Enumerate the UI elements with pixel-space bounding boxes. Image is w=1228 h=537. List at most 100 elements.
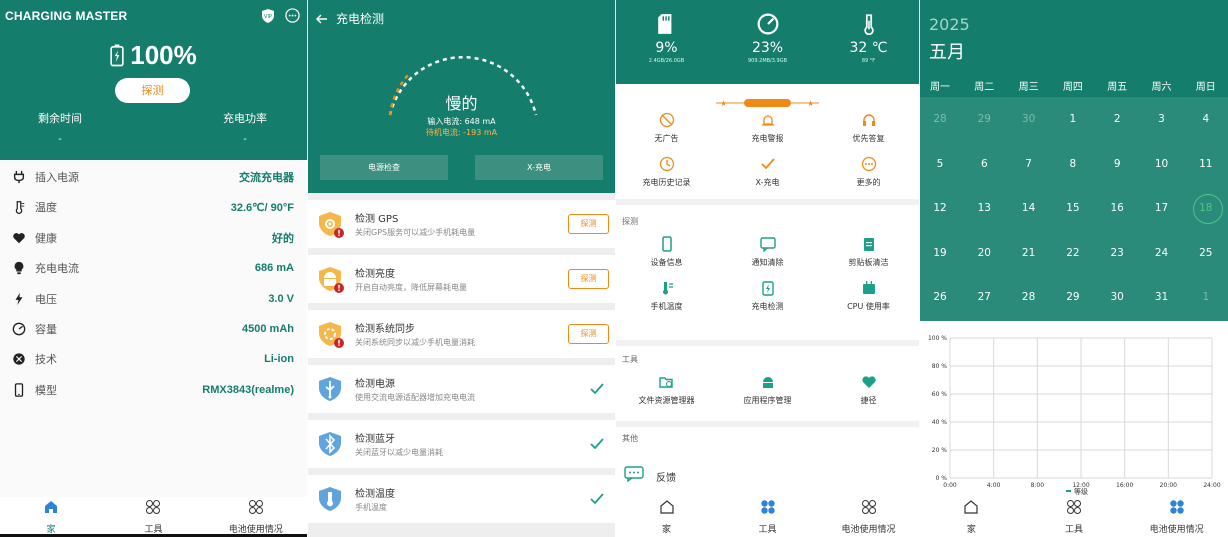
detect-scan-button[interactable]: 探测 (568, 324, 609, 344)
grid-item[interactable]: 充电警报 (717, 112, 818, 156)
nav-home[interactable]: 家 (926, 497, 1016, 535)
calendar-day[interactable]: 15 (1051, 202, 1095, 214)
more-icon (861, 156, 876, 172)
calendar-day[interactable]: 7 (1007, 158, 1051, 170)
tab-xcharge[interactable]: X-充电 (475, 155, 603, 180)
calendar-day[interactable]: 28 (920, 113, 962, 125)
usb-icon (316, 375, 344, 403)
grid-item[interactable]: 捷径 (818, 374, 919, 418)
tools-section: 工具 文件资源管理器 应用程序管理 捷径 (616, 346, 919, 421)
info-row: 技术 Li-ion (0, 344, 307, 374)
grid-item[interactable]: 充电检测 (717, 280, 818, 324)
calendar-day[interactable]: 18 (1184, 202, 1228, 214)
grid-item[interactable]: 通知清除 (717, 236, 818, 280)
calendar-day[interactable]: 24 (1140, 247, 1184, 259)
back-arrow-icon[interactable] (315, 11, 329, 25)
weekday-label: 周五 (1107, 82, 1128, 93)
gauge-icon (12, 322, 26, 336)
vip-shield-icon[interactable]: VIP (260, 8, 276, 24)
remaining-time-value: - (58, 134, 62, 145)
calendar-day[interactable]: 27 (962, 291, 1006, 303)
calendar-day[interactable]: 4 (1184, 113, 1228, 125)
calendar-day[interactable]: 21 (1007, 247, 1051, 259)
calendar-day[interactable]: 10 (1140, 158, 1184, 170)
feedback-link[interactable]: 反馈 (656, 469, 676, 484)
stat-value: 9% (655, 40, 678, 56)
calendar-day[interactable]: 30 (1095, 291, 1139, 303)
calendar-day[interactable]: 31 (1140, 291, 1184, 303)
detect-item-title: 检测系统同步 (355, 324, 415, 335)
scan-button[interactable]: 探测 (115, 78, 190, 103)
calendar-day[interactable]: 17 (1140, 202, 1184, 214)
calendar-day[interactable]: 20 (962, 247, 1006, 259)
remaining-time-label: 剩余时间 (38, 112, 82, 125)
calendar-day[interactable]: 3 (1140, 113, 1184, 125)
grid-item[interactable]: 优先答复 (818, 112, 919, 156)
home-icon (45, 501, 58, 513)
calendar-day[interactable]: 8 (1051, 158, 1095, 170)
calendar-day[interactable]: 22 (1051, 247, 1095, 259)
stat-block: 9% 2.4GB/26.0GB (616, 0, 717, 64)
calendar-day[interactable]: 16 (1095, 202, 1139, 214)
tab-power-check[interactable]: 电源检查 (320, 155, 448, 180)
calendar-day[interactable]: 12 (920, 202, 962, 214)
grid-item[interactable]: 设备信息 (616, 236, 717, 280)
info-row: 温度 32.6℃/ 90°F (0, 192, 307, 222)
info-row: 插入电源 交流充电器 (0, 162, 307, 192)
calendar-day[interactable]: 23 (1095, 247, 1139, 259)
nav-home[interactable]: 家 (622, 497, 712, 535)
calendar-day[interactable]: 2 (1095, 113, 1139, 125)
grid-icon (760, 500, 775, 514)
calendar-day[interactable]: 28 (1007, 291, 1051, 303)
detect-item: 检测温度 手机温度 (308, 475, 615, 523)
calendar-year[interactable]: 2025 (929, 15, 970, 34)
vip-banner: ★ ★ V · I · P (716, 93, 819, 108)
feedback-icon[interactable] (624, 466, 644, 483)
calendar-day[interactable]: 25 (1184, 247, 1228, 259)
calendar-day[interactable]: 9 (1095, 158, 1139, 170)
calendar-day[interactable]: 13 (962, 202, 1006, 214)
calendar-day[interactable]: 1 (1184, 291, 1228, 303)
grid-icon (248, 500, 263, 514)
nav-home[interactable]: 家 (6, 497, 96, 535)
grid-item[interactable]: CPU 使用率 (818, 280, 919, 324)
grid-item[interactable]: 更多的 (818, 156, 919, 200)
nav-home-label: 家 (661, 525, 671, 535)
calendar-day[interactable]: 14 (1007, 202, 1051, 214)
calendar-day[interactable]: 19 (920, 247, 962, 259)
calendar-day[interactable]: 29 (962, 113, 1006, 125)
calendar-day[interactable]: 1 (1051, 113, 1095, 125)
nav-tools[interactable]: 工具 (1029, 497, 1119, 535)
grid-item[interactable]: 剪贴板清洁 (818, 236, 919, 280)
calendar-day[interactable]: 30 (1007, 113, 1051, 125)
y-tick-label: 100 % (928, 335, 947, 342)
vip-grid: 无广告 充电警报 优先答复 充电历史记录 X-充电 更多的 (616, 112, 919, 200)
grid-item-label: 充电警报 (751, 134, 784, 143)
nav-tools[interactable]: 工具 (723, 497, 813, 535)
grid-item[interactable]: 文件资源管理器 (616, 374, 717, 418)
grid-item-label: 通知清除 (751, 258, 784, 267)
nav-battery-usage[interactable]: 电池使用情况 (824, 497, 914, 535)
nav-battery-usage[interactable]: 电池使用情况 (1132, 497, 1222, 535)
grid-item-label: X-充电 (755, 178, 780, 187)
more-options-icon[interactable] (285, 8, 300, 23)
calendar-day[interactable]: 6 (962, 158, 1006, 170)
calendar-day[interactable]: 26 (920, 291, 962, 303)
grid-item[interactable]: 充电历史记录 (616, 156, 717, 200)
calendar-day[interactable]: 29 (1051, 291, 1095, 303)
detect-scan-button[interactable]: 探测 (568, 214, 609, 234)
svg-text:★: ★ (807, 99, 814, 108)
calendar-day[interactable]: 11 (1184, 158, 1228, 170)
calendar-day[interactable]: 5 (920, 158, 962, 170)
detect-item-text: 检测亮度 开启自动亮度，降低屏幕耗电量 (355, 265, 568, 293)
nav-tools[interactable]: 工具 (108, 497, 198, 535)
nav-battery-usage[interactable]: 电池使用情况 (211, 497, 301, 535)
grid-item[interactable]: 手机温度 (616, 280, 717, 324)
sync-icon (316, 320, 344, 348)
folder-search-icon (658, 377, 673, 388)
grid-item[interactable]: 应用程序管理 (717, 374, 818, 418)
grid-item[interactable]: X-充电 (717, 156, 818, 200)
grid-item[interactable]: 无广告 (616, 112, 717, 156)
probe-header: 探测 (622, 217, 638, 226)
detect-scan-button[interactable]: 探测 (568, 269, 609, 289)
